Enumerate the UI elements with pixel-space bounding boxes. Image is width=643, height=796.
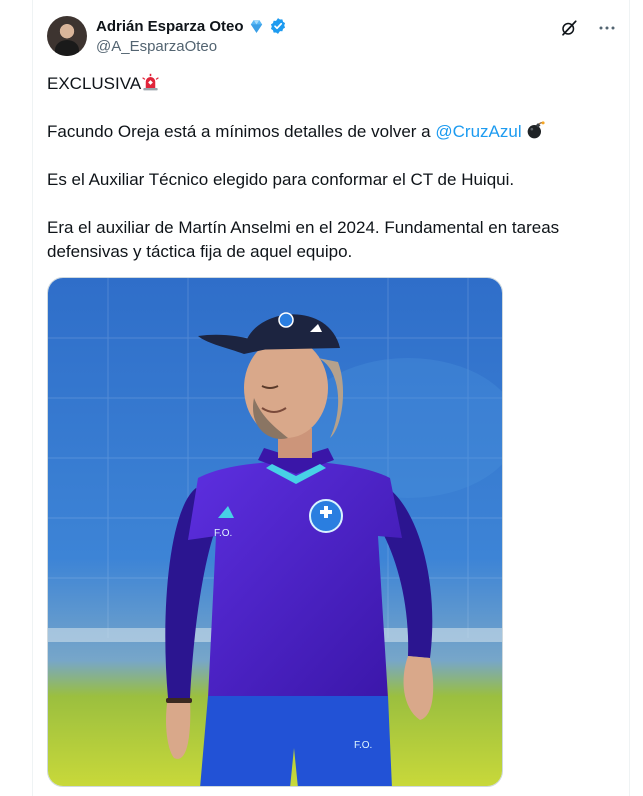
tweet-text-exclusive: EXCLUSIVA bbox=[47, 74, 142, 93]
verified-badge-icon[interactable] bbox=[269, 17, 287, 35]
grok-icon[interactable] bbox=[559, 18, 579, 38]
coach-photo-illustration: F.O. F.O. bbox=[48, 278, 502, 786]
author-name[interactable]: Adrián Esparza Oteo bbox=[96, 18, 244, 35]
mention-cruzazul-link[interactable]: @CruzAzul bbox=[435, 122, 521, 141]
tweet-text-facundo: Facundo Oreja está a mínimos detalles de… bbox=[47, 122, 436, 141]
tweet-line-auxiliar: Es el Auxiliar Técnico elegido para conf… bbox=[47, 170, 515, 189]
diamond-icon bbox=[250, 19, 262, 33]
author-handle[interactable]: @A_EsparzaOteo bbox=[96, 38, 217, 55]
svg-text:F.O.: F.O. bbox=[354, 740, 372, 751]
more-options-icon[interactable] bbox=[597, 18, 617, 38]
siren-emoji bbox=[142, 73, 159, 91]
svg-text:F.O.: F.O. bbox=[214, 528, 232, 539]
tweet-line-facundo: Facundo Oreja está a mínimos detalles de… bbox=[47, 120, 587, 144]
author-name-row: Adrián Esparza Oteo bbox=[96, 17, 287, 35]
bomb-emoji bbox=[528, 121, 545, 139]
tweet-actions-top bbox=[559, 18, 617, 38]
tweet-line-anselmi: Era el auxiliar de Martín Anselmi en el … bbox=[47, 218, 560, 261]
tweet-line-exclusive: EXCLUSIVA bbox=[47, 72, 587, 96]
tweet-photo[interactable]: F.O. F.O. bbox=[47, 277, 503, 787]
author-avatar[interactable] bbox=[47, 16, 87, 56]
